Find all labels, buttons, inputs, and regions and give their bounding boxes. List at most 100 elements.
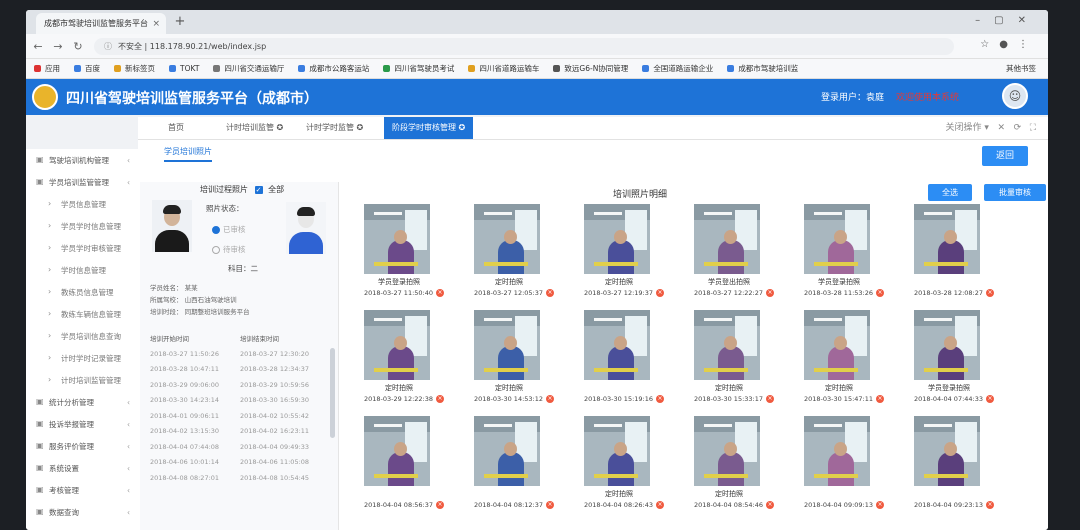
reload-icon[interactable]: ↻ bbox=[70, 40, 86, 53]
sidebar-item[interactable]: ▣学员培训监管管理‹ bbox=[26, 171, 138, 193]
delete-icon[interactable]: × bbox=[656, 395, 664, 403]
delete-icon[interactable]: × bbox=[656, 501, 664, 509]
training-photo[interactable] bbox=[694, 416, 760, 486]
delete-icon[interactable]: × bbox=[766, 289, 774, 297]
browser-tab[interactable]: 成都市驾驶培训监管服务平台 × bbox=[36, 13, 166, 34]
photo-card[interactable]: 定时拍照2018-03-27 12:05:37× bbox=[464, 204, 574, 309]
sidebar-item[interactable]: ›学员培训信息查询 bbox=[26, 325, 138, 347]
table-row[interactable]: 2018-04-01 09:06:112018-04-02 10:55:42 bbox=[148, 408, 328, 424]
bookmark-item[interactable]: 新标签页 bbox=[114, 63, 155, 74]
window-controls[interactable]: –▢✕ bbox=[975, 15, 1040, 26]
table-scrollbar[interactable] bbox=[330, 348, 335, 438]
status-pending-radio[interactable] bbox=[212, 246, 220, 254]
subtab-photos[interactable]: 学员培训照片 bbox=[164, 146, 212, 162]
training-photo[interactable] bbox=[694, 310, 760, 380]
training-photo[interactable] bbox=[914, 204, 980, 274]
photo-card[interactable]: 学员登录拍照2018-03-28 11:53:26× bbox=[794, 204, 904, 309]
delete-icon[interactable]: × bbox=[986, 289, 994, 297]
training-photo[interactable] bbox=[364, 204, 430, 274]
sidebar-item[interactable]: ›计时学时记录管理 bbox=[26, 347, 138, 369]
sidebar-item[interactable]: ▣驾驶培训机构管理‹ bbox=[26, 149, 138, 171]
table-row[interactable]: 2018-04-02 13:15:302018-04-02 16:23:11 bbox=[148, 424, 328, 440]
photo-card[interactable]: 2018-04-04 09:23:13× bbox=[904, 416, 1014, 521]
sidebar-item[interactable]: ›学时信息管理 bbox=[26, 259, 138, 281]
photo-card[interactable]: 定时拍照2018-03-27 12:19:37× bbox=[574, 204, 684, 309]
tab-close-icon[interactable]: × bbox=[152, 19, 160, 29]
delete-icon[interactable]: × bbox=[876, 289, 884, 297]
tab-timing-supervision[interactable]: 计时培训监管 ✪ bbox=[218, 117, 291, 139]
bookmark-item[interactable]: 应用 bbox=[34, 63, 60, 74]
status-ok-option[interactable]: 已审核 bbox=[212, 224, 246, 235]
delete-icon[interactable]: × bbox=[986, 395, 994, 403]
photo-card[interactable]: 2018-04-04 09:09:13× bbox=[794, 416, 904, 521]
status-pending-option[interactable]: 待审核 bbox=[212, 244, 246, 255]
training-photo[interactable] bbox=[804, 416, 870, 486]
delete-icon[interactable]: × bbox=[876, 395, 884, 403]
check-all-checkbox[interactable]: ✓ bbox=[255, 186, 263, 194]
sidebar-item[interactable]: ▣统计分析管理‹ bbox=[26, 391, 138, 413]
photo-card[interactable]: 定时拍照2018-03-30 14:53:12× bbox=[464, 310, 574, 415]
photo-card[interactable]: 2018-03-28 12:08:27× bbox=[904, 204, 1014, 309]
photo-card[interactable]: 2018-04-04 08:12:37× bbox=[464, 416, 574, 521]
bookmark-item[interactable]: 四川省交通运输厅 bbox=[213, 63, 284, 74]
table-row[interactable]: 2018-03-30 14:23:142018-03-30 16:59:30 bbox=[148, 393, 328, 409]
training-photo[interactable] bbox=[584, 416, 650, 486]
bookmark-item[interactable]: TOKT bbox=[169, 64, 199, 73]
sidebar-item[interactable]: ▣数据查询‹ bbox=[26, 501, 138, 523]
training-photo[interactable] bbox=[584, 310, 650, 380]
other-bookmarks[interactable]: 其他书签 bbox=[1006, 63, 1036, 74]
training-photo[interactable] bbox=[694, 204, 760, 274]
sidebar-item[interactable]: ▣基础数据管理‹ bbox=[26, 523, 138, 530]
bookmark-item[interactable]: 致远G6-N协同管理 bbox=[553, 63, 628, 74]
table-row[interactable]: 2018-04-06 10:01:142018-04-06 11:05:08 bbox=[148, 455, 328, 471]
delete-icon[interactable]: × bbox=[876, 501, 884, 509]
back-button[interactable]: 返回 bbox=[982, 146, 1028, 166]
sidebar-item[interactable]: ›教练车辆信息管理 bbox=[26, 303, 138, 325]
training-photo[interactable] bbox=[914, 310, 980, 380]
delete-icon[interactable]: × bbox=[436, 289, 444, 297]
training-photo[interactable] bbox=[364, 416, 430, 486]
training-photo[interactable] bbox=[364, 310, 430, 380]
photo-card[interactable]: 学员登录拍照2018-03-27 11:50:40× bbox=[354, 204, 464, 309]
sidebar-item[interactable]: ›计时培训监管管理 bbox=[26, 369, 138, 391]
tab-hours-supervision[interactable]: 计时学时监管 ✪ bbox=[298, 117, 371, 139]
training-photo[interactable] bbox=[474, 416, 540, 486]
delete-icon[interactable]: × bbox=[436, 395, 444, 403]
photo-card[interactable]: 定时拍照2018-03-29 12:22:38× bbox=[354, 310, 464, 415]
delete-icon[interactable]: × bbox=[766, 395, 774, 403]
photo-card[interactable]: 定时拍照2018-03-30 15:47:11× bbox=[794, 310, 904, 415]
new-tab-button[interactable]: + bbox=[172, 14, 188, 30]
sidebar-item[interactable]: ›学员学时信息管理 bbox=[26, 215, 138, 237]
forward-icon[interactable]: → bbox=[50, 40, 66, 53]
sidebar-item[interactable]: ▣系统设置‹ bbox=[26, 457, 138, 479]
table-row[interactable]: 2018-03-27 11:50:262018-03-27 12:30:20 bbox=[148, 346, 328, 362]
sidebar-item[interactable]: ▣服务评价管理‹ bbox=[26, 435, 138, 457]
sidebar-item[interactable]: ›学员信息管理 bbox=[26, 193, 138, 215]
table-row[interactable]: 2018-03-28 10:47:112018-03-28 12:34:37 bbox=[148, 362, 328, 378]
training-photo[interactable] bbox=[584, 204, 650, 274]
delete-icon[interactable]: × bbox=[546, 289, 554, 297]
delete-icon[interactable]: × bbox=[546, 501, 554, 509]
bookmark-item[interactable]: 四川省道路运输车 bbox=[468, 63, 539, 74]
bookmark-item[interactable]: 成都市公路客运站 bbox=[298, 63, 369, 74]
training-photo[interactable] bbox=[914, 416, 980, 486]
photo-card[interactable]: 定时拍照2018-04-04 08:54:46× bbox=[684, 416, 794, 521]
photo-card[interactable]: 学员登录拍照2018-04-04 07:44:33× bbox=[904, 310, 1014, 415]
training-photo[interactable] bbox=[474, 310, 540, 380]
batch-review-button[interactable]: 批量审核 bbox=[984, 184, 1046, 201]
delete-icon[interactable]: × bbox=[656, 289, 664, 297]
user-icon[interactable]: ☺ bbox=[1002, 83, 1028, 109]
table-row[interactable]: 2018-04-04 07:44:082018-04-04 09:49:33 bbox=[148, 439, 328, 455]
browser-actions[interactable]: ☆●⋮ bbox=[980, 39, 1038, 50]
delete-icon[interactable]: × bbox=[436, 501, 444, 509]
table-row[interactable]: 2018-03-29 09:06:002018-03-29 10:59:56 bbox=[148, 377, 328, 393]
table-row[interactable]: 2018-04-08 08:27:012018-04-08 10:54:45 bbox=[148, 470, 328, 486]
sidebar-item[interactable]: ›学员学时审核管理 bbox=[26, 237, 138, 259]
delete-icon[interactable]: × bbox=[766, 501, 774, 509]
tab-home[interactable]: 首页 bbox=[160, 117, 192, 139]
bookmark-item[interactable]: 成都市驾驶培训监 bbox=[727, 63, 798, 74]
bookmark-item[interactable]: 百度 bbox=[74, 63, 100, 74]
photo-card[interactable]: 学员登出拍照2018-03-27 12:22:27× bbox=[684, 204, 794, 309]
select-all-button[interactable]: 全选 bbox=[928, 184, 972, 201]
bookmark-item[interactable]: 全国道路运输企业 bbox=[642, 63, 713, 74]
